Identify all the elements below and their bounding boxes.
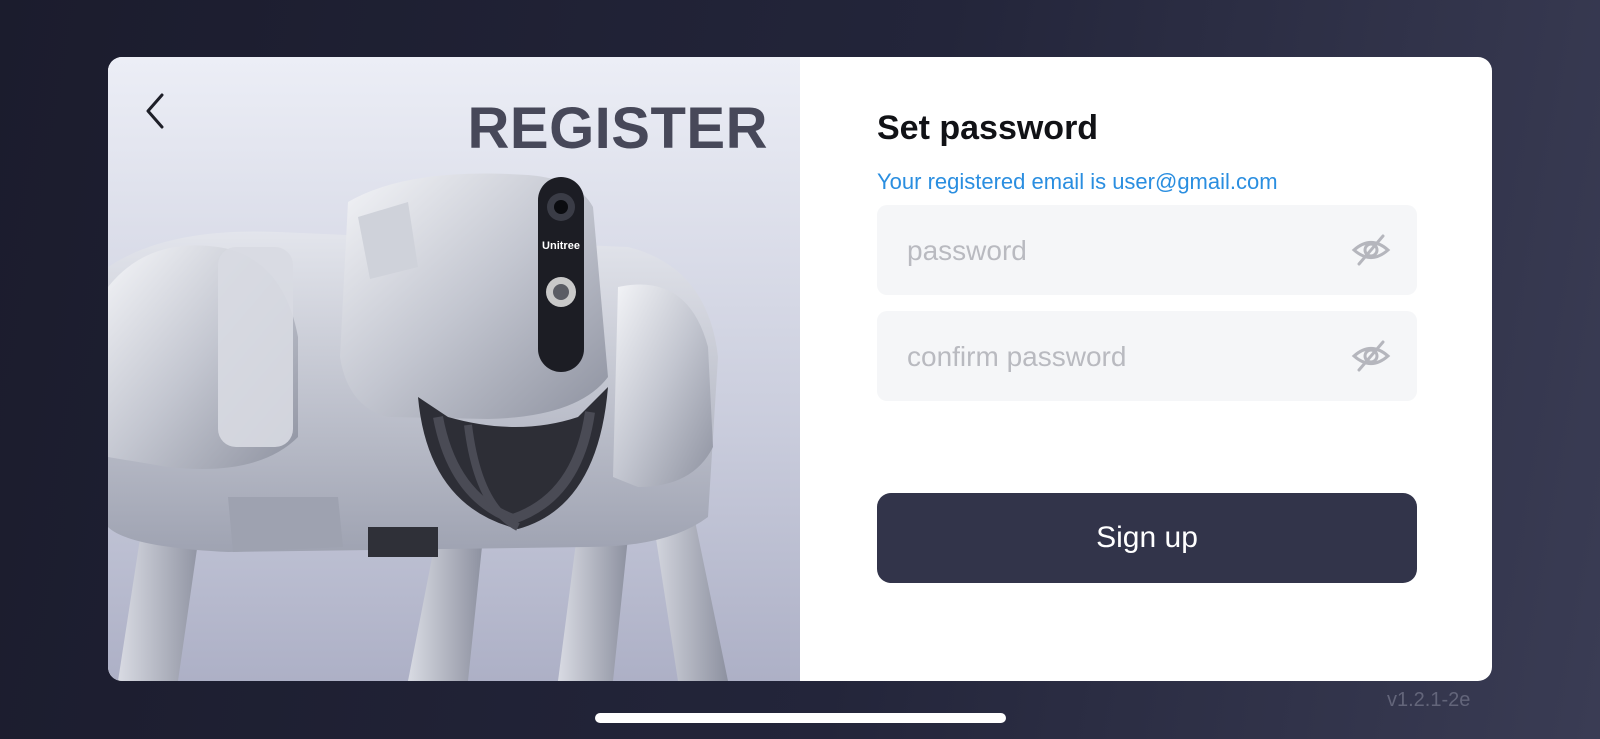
password-input[interactable] <box>905 205 1329 297</box>
chevron-left-icon <box>146 93 164 129</box>
password-visibility-toggle[interactable] <box>1351 233 1391 267</box>
form-title: Set password <box>877 109 1099 147</box>
hero-panel: Unitree REGISTER <box>108 57 800 681</box>
register-card: Unitree REGISTER Set password Your regis… <box>108 57 1492 681</box>
version-label: v1.2.1-2e <box>1387 689 1471 711</box>
password-field <box>877 205 1417 297</box>
confirm-password-input[interactable] <box>905 311 1329 403</box>
robot-brand-text: Unitree <box>542 240 580 252</box>
home-indicator[interactable] <box>595 713 1006 723</box>
password-form: Set password Your registered email is us… <box>877 57 1417 681</box>
eye-slash-icon <box>1351 340 1391 372</box>
confirm-visibility-toggle[interactable] <box>1351 339 1391 373</box>
page-title: REGISTER <box>467 96 768 161</box>
registered-email-text: Your registered email is user@gmail.com <box>877 169 1278 194</box>
eye-slash-icon <box>1351 234 1391 266</box>
back-button[interactable] <box>138 91 172 131</box>
confirm-password-field <box>877 311 1417 403</box>
sign-up-button[interactable]: Sign up <box>877 493 1417 583</box>
